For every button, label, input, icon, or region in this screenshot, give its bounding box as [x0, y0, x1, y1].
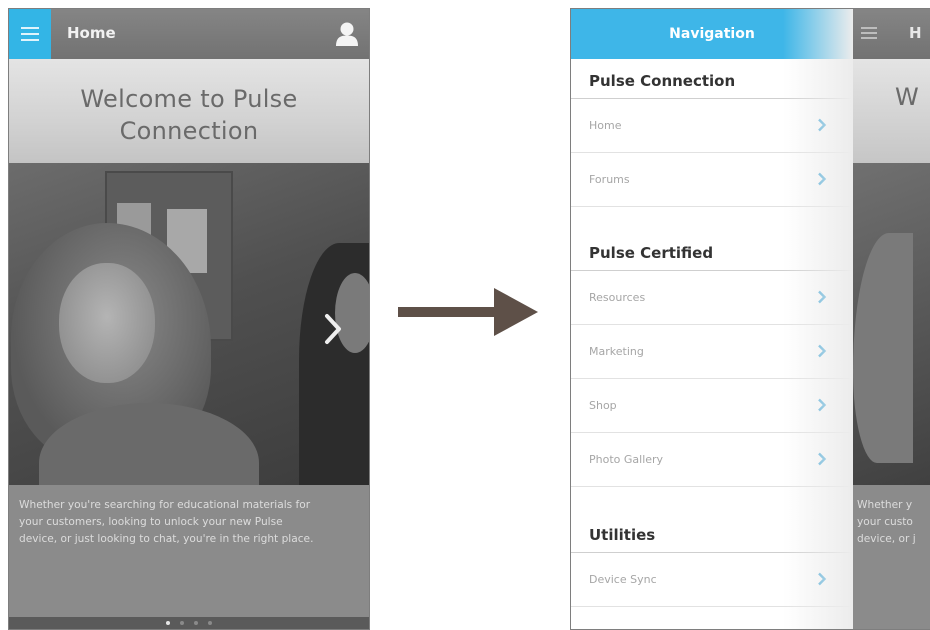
intro-caption: Whether y your custo device, or j	[851, 485, 930, 629]
pager-dot[interactable]	[208, 621, 212, 625]
chevron-right-icon	[325, 314, 341, 344]
section-title-utilities: Utilities	[571, 513, 853, 553]
nav-item-label: Photo Gallery	[589, 453, 664, 466]
nav-item-label: Marketing	[589, 345, 644, 358]
nav-item-home[interactable]: Home	[571, 99, 853, 153]
nav-item-label: Resources	[589, 291, 646, 304]
drawer-title: Navigation	[669, 26, 755, 42]
chevron-right-icon	[818, 290, 827, 304]
caption-line: your custo	[857, 516, 913, 528]
chevron-right-icon	[818, 344, 827, 358]
carousel-next-button[interactable]	[319, 311, 347, 347]
intro-caption: Whether you're searching for educational…	[9, 485, 369, 621]
pager-dot[interactable]	[166, 621, 170, 625]
chevron-right-icon	[818, 118, 827, 132]
hero-carousel-image[interactable]	[9, 163, 369, 485]
nav-item-label: Device Sync	[589, 573, 657, 586]
menu-button[interactable]	[9, 9, 51, 59]
nav-item-forums[interactable]: Forums	[571, 153, 853, 207]
chevron-right-icon	[818, 398, 827, 412]
chevron-right-icon	[818, 572, 827, 586]
hero-carousel-image	[851, 163, 930, 485]
welcome-title-line-1: Welcome to Pulse	[80, 85, 298, 113]
nav-item-label: Home	[589, 119, 622, 132]
nav-item-marketing[interactable]: Marketing	[571, 325, 853, 379]
user-profile-button[interactable]	[335, 21, 359, 47]
pager-dot[interactable]	[180, 621, 184, 625]
carousel-pager	[9, 617, 369, 629]
header-title: Home	[67, 24, 116, 42]
welcome-title-line-1: W	[895, 83, 919, 111]
user-icon	[336, 22, 358, 46]
welcome-banner: W	[851, 59, 930, 163]
nav-item-photo-gallery[interactable]: Photo Gallery	[571, 433, 853, 487]
chevron-right-icon	[818, 172, 827, 186]
nav-item-shop[interactable]: Shop	[571, 379, 853, 433]
nav-item-resources[interactable]: Resources	[571, 271, 853, 325]
pager-dot[interactable]	[194, 621, 198, 625]
nav-item-label: Shop	[589, 399, 617, 412]
caption-line: device, or j	[857, 533, 916, 545]
hero-photo-person	[59, 263, 155, 383]
hamburger-menu-icon	[21, 27, 39, 41]
welcome-banner: Welcome to Pulse Connection	[9, 59, 369, 163]
home-screen: Home Welcome to Pulse Connection Whether…	[8, 8, 370, 630]
navigation-drawer: Navigation Pulse Connection Home Forums …	[571, 9, 853, 629]
caption-line: your customers, looking to unlock your n…	[19, 516, 283, 528]
transition-arrow-icon	[398, 288, 538, 336]
hamburger-menu-icon	[861, 27, 877, 39]
section-title-pulse-connection: Pulse Connection	[571, 59, 853, 99]
caption-line: Whether y	[857, 499, 913, 511]
section-title-pulse-certified: Pulse Certified	[571, 231, 853, 271]
caption-line: device, or just looking to chat, you're …	[19, 533, 314, 545]
home-screen-behind-drawer: H W Whether y your custo device, or j	[851, 9, 930, 629]
nav-item-label: Forums	[589, 173, 630, 186]
navigation-screen: H W Whether y your custo device, or j Na…	[570, 8, 930, 630]
drawer-header: Navigation	[571, 9, 853, 59]
header-title: H	[909, 24, 922, 42]
app-header: Home	[9, 9, 369, 59]
hero-photo-person	[853, 233, 913, 463]
app-header: H	[851, 9, 930, 59]
nav-item-device-sync[interactable]: Device Sync	[571, 553, 853, 607]
chevron-right-icon	[818, 452, 827, 466]
caption-line: Whether you're searching for educational…	[19, 499, 311, 511]
welcome-title-line-2: Connection	[119, 117, 259, 145]
